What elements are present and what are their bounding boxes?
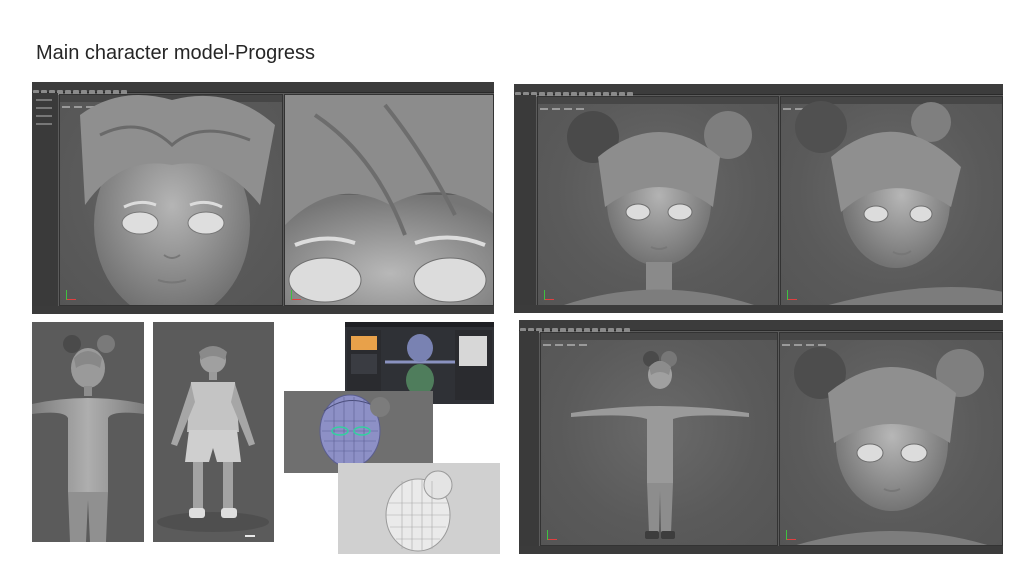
head-model-front [564, 111, 754, 305]
face-model-front [80, 95, 275, 305]
clothed-character-model [157, 346, 269, 537]
face-model-closeup [285, 95, 493, 305]
maya-toolbar [514, 84, 1003, 97]
head-wireframe [284, 391, 433, 473]
maya-toolbar [519, 320, 1003, 333]
tool-panel [514, 95, 536, 313]
tool-panel [519, 331, 539, 554]
head-wireframe-mesh [319, 394, 390, 468]
body-clothed-blockout [153, 322, 274, 542]
face-closeup-maya-viewports [32, 82, 494, 314]
head-wireframe-render [385, 470, 453, 552]
viewport-full-body [540, 332, 778, 546]
head-wireframe-white [338, 463, 500, 554]
maya-toolbar [32, 82, 494, 95]
body-front-blockout [32, 322, 144, 542]
viewport-head-closeup [779, 332, 1003, 546]
full-body-maya-viewports [519, 320, 1003, 554]
viewport-right [284, 94, 494, 306]
slide-title: Main character model-Progress [36, 42, 315, 64]
head-model-three-quarter [795, 101, 1002, 305]
viewport-left [59, 94, 283, 306]
outliner-panel [32, 93, 58, 314]
head-renders-maya-viewports [514, 84, 1003, 313]
full-body-t-pose [571, 351, 749, 539]
viewport-front [537, 96, 779, 306]
head-model-front-closeup [794, 347, 988, 545]
body-base-mesh [32, 335, 144, 542]
viewport-perspective [780, 96, 1003, 306]
